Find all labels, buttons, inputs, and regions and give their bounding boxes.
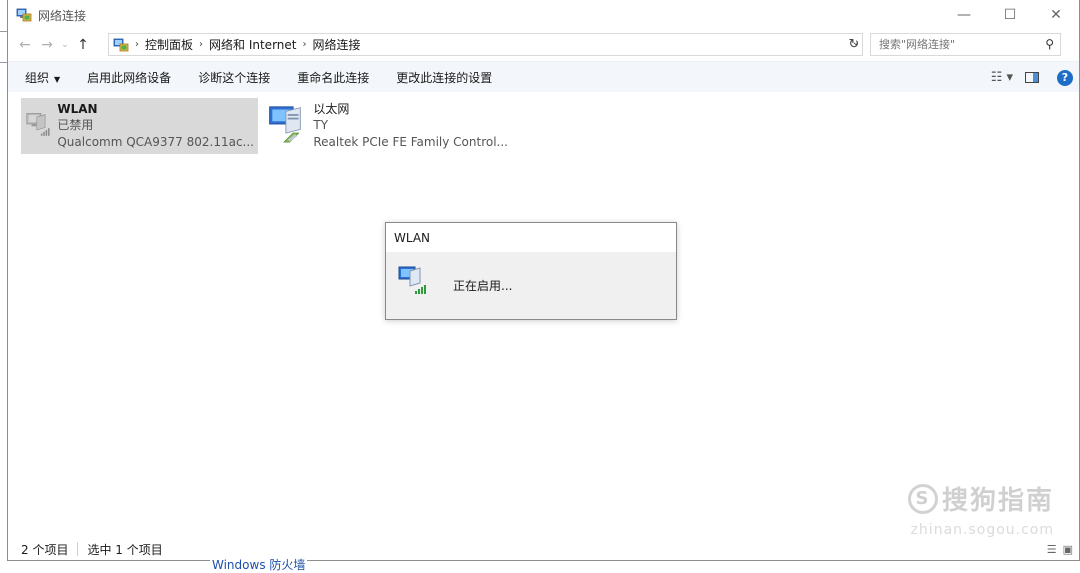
change-settings-button[interactable]: 更改此连接的设置 bbox=[396, 69, 492, 86]
view-switcher: ☰ ▣ bbox=[1047, 543, 1073, 556]
control-panel-icon bbox=[113, 38, 129, 51]
wireless-adapter-disabled-icon bbox=[26, 113, 50, 136]
watermark-logo-icon: S bbox=[907, 483, 938, 514]
connection-device: Qualcomm QCA9377 802.11ac... bbox=[57, 135, 254, 149]
maximize-button[interactable]: ☐ bbox=[987, 0, 1033, 30]
breadcrumb-separator-icon: › bbox=[302, 39, 307, 50]
help-icon[interactable]: ? bbox=[1057, 69, 1073, 86]
window-title: 网络连接 bbox=[38, 8, 87, 23]
connection-info: WLAN 已禁用 Qualcomm QCA9377 802.11ac... bbox=[57, 100, 254, 151]
organize-menu-button[interactable]: 组织 ▼ bbox=[25, 69, 60, 86]
item-count: 2 个项目 bbox=[21, 542, 69, 557]
forward-arrow-icon[interactable]: → bbox=[36, 33, 58, 57]
organize-label: 组织 bbox=[25, 70, 50, 85]
edge-line bbox=[0, 62, 7, 63]
dropdown-triangle-icon: ▼ bbox=[54, 74, 61, 84]
navigation-bar: ← → ⌄ ↑ › 控制面板 › 网络和 Internet › 网络连接 ⌄ ↻… bbox=[8, 30, 1079, 60]
search-box[interactable]: ⚲ bbox=[870, 33, 1061, 56]
edge-line bbox=[0, 31, 7, 32]
enabling-dialog: WLAN 正在启用... bbox=[385, 222, 677, 320]
title-bar: 网络连接 — ☐ ✕ bbox=[8, 0, 1079, 30]
connection-name: 以太网 bbox=[313, 102, 350, 116]
preview-pane-icon[interactable] bbox=[1025, 72, 1039, 83]
breadcrumb-network-internet[interactable]: 网络和 Internet bbox=[209, 36, 296, 53]
details-view-icon[interactable]: ☰ bbox=[1047, 543, 1057, 556]
connection-status: TY bbox=[313, 118, 329, 132]
recent-locations-chevron-icon[interactable]: ⌄ bbox=[58, 33, 72, 57]
connection-item-wlan[interactable]: WLAN 已禁用 Qualcomm QCA9377 802.11ac... bbox=[21, 98, 258, 154]
connection-status: 已禁用 bbox=[57, 118, 94, 132]
large-icons-view-icon[interactable]: ▣ bbox=[1063, 543, 1073, 556]
breadcrumb-separator-icon: › bbox=[199, 39, 204, 50]
ethernet-adapter-icon bbox=[269, 106, 301, 143]
caption-buttons: — ☐ ✕ bbox=[941, 0, 1079, 30]
rename-connection-button[interactable]: 重命名此连接 bbox=[297, 69, 369, 86]
watermark-url: zhinan.sogou.com bbox=[910, 522, 1054, 538]
view-controls: ☷ ▾ ? bbox=[991, 62, 1079, 93]
up-arrow-icon[interactable]: ↑ bbox=[72, 33, 94, 57]
search-icon[interactable]: ⚲ bbox=[1045, 37, 1054, 51]
selected-count: 选中 1 个项目 bbox=[87, 542, 163, 557]
close-button[interactable]: ✕ bbox=[1033, 0, 1079, 30]
status-divider bbox=[77, 542, 79, 556]
background-window-edge bbox=[0, 0, 7, 568]
wireless-adapter-icon bbox=[398, 266, 426, 294]
search-input[interactable] bbox=[879, 38, 1029, 51]
breadcrumb-network-connections[interactable]: 网络连接 bbox=[312, 36, 360, 53]
watermark: S 搜狗指南 bbox=[907, 480, 1054, 517]
status-bar: 2 个项目 选中 1 个项目 ☰ ▣ bbox=[8, 538, 1079, 560]
network-connections-app-icon bbox=[16, 8, 32, 22]
enable-device-button[interactable]: 启用此网络设备 bbox=[87, 69, 171, 86]
diagnose-connection-button[interactable]: 诊断这个连接 bbox=[198, 69, 270, 86]
refresh-icon[interactable]: ↻ bbox=[844, 33, 864, 56]
connection-device: Realtek PCIe FE Family Control... bbox=[313, 135, 508, 149]
connection-item-ethernet[interactable]: 以太网 TY Realtek PCIe FE Family Control... bbox=[262, 98, 512, 154]
change-view-icon[interactable]: ☷ ▾ bbox=[991, 70, 1013, 85]
back-arrow-icon[interactable]: ← bbox=[14, 33, 36, 57]
minimize-button[interactable]: — bbox=[941, 0, 987, 30]
breadcrumb-separator-icon: › bbox=[135, 39, 139, 50]
command-bar: 组织 ▼ 启用此网络设备 诊断这个连接 重命名此连接 更改此连接的设置 ☷ ▾ ? bbox=[8, 61, 1079, 92]
background-window-link: Windows 防火墙 bbox=[210, 556, 308, 573]
dialog-message: 正在启用... bbox=[453, 279, 513, 293]
breadcrumb-control-panel[interactable]: 控制面板 bbox=[145, 36, 193, 53]
connection-info: 以太网 TY Realtek PCIe FE Family Control... bbox=[313, 100, 508, 151]
dialog-body: 正在启用... bbox=[386, 252, 676, 319]
watermark-text: 搜狗指南 bbox=[941, 486, 1054, 516]
connection-name: WLAN bbox=[57, 102, 98, 116]
dialog-title: WLAN bbox=[386, 223, 676, 252]
address-bar[interactable]: › 控制面板 › 网络和 Internet › 网络连接 ⌄ bbox=[108, 33, 863, 56]
